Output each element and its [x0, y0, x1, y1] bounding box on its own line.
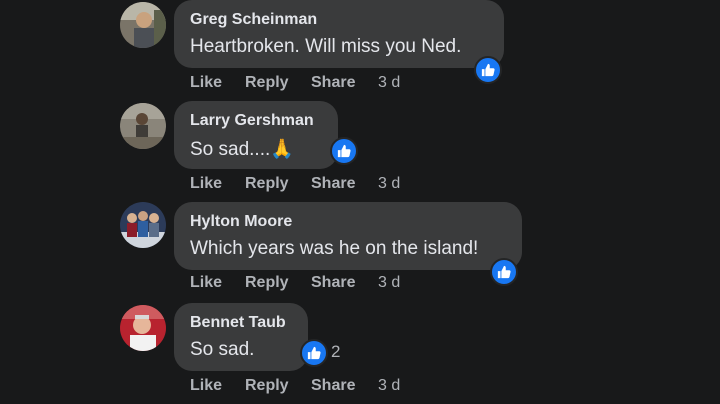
share-button[interactable]: Share — [311, 377, 355, 395]
avatar[interactable] — [120, 103, 166, 149]
reply-button[interactable]: Reply — [245, 175, 289, 193]
like-icon[interactable] — [474, 56, 502, 84]
comment-author[interactable]: Larry Gershman — [190, 112, 314, 130]
comment-text: So sad....🙏 — [190, 139, 294, 160]
reply-button[interactable]: Reply — [245, 377, 289, 395]
comment-text: So sad. — [190, 339, 255, 360]
comment-text: Heartbroken. Will miss you Ned. — [190, 36, 462, 57]
comment-text: Which years was he on the island! — [190, 238, 479, 259]
comment-author[interactable]: Bennet Taub — [190, 314, 286, 332]
like-button[interactable]: Like — [190, 274, 222, 292]
avatar[interactable] — [120, 202, 166, 248]
comment-timestamp[interactable]: 3 d — [378, 175, 400, 193]
like-button[interactable]: Like — [190, 377, 222, 395]
comment-bubble: Greg Scheinman Heartbroken. Will miss yo… — [174, 0, 504, 68]
comment-author[interactable]: Greg Scheinman — [190, 11, 317, 29]
comment-author[interactable]: Hylton Moore — [190, 213, 292, 231]
share-button[interactable]: Share — [311, 274, 355, 292]
like-icon[interactable] — [300, 339, 328, 367]
comment-item: Bennet Taub So sad. 2 Like Reply Share 3… — [0, 303, 720, 403]
comment-item: Larry Gershman So sad....🙏 Like Reply Sh… — [0, 101, 720, 201]
like-icon[interactable] — [330, 137, 358, 165]
comment-item: Greg Scheinman Heartbroken. Will miss yo… — [0, 0, 720, 100]
like-button[interactable]: Like — [190, 74, 222, 92]
comment-bubble: Larry Gershman So sad....🙏 — [174, 101, 338, 169]
avatar[interactable] — [120, 305, 166, 351]
comment-timestamp[interactable]: 3 d — [378, 377, 400, 395]
reply-button[interactable]: Reply — [245, 274, 289, 292]
reply-button[interactable]: Reply — [245, 74, 289, 92]
like-icon[interactable] — [490, 258, 518, 286]
comment-timestamp[interactable]: 3 d — [378, 74, 400, 92]
comment-bubble: Hylton Moore Which years was he on the i… — [174, 202, 522, 270]
reaction-count[interactable]: 2 — [331, 342, 340, 362]
comment-timestamp[interactable]: 3 d — [378, 274, 400, 292]
avatar[interactable] — [120, 2, 166, 48]
like-button[interactable]: Like — [190, 175, 222, 193]
comment-item: Hylton Moore Which years was he on the i… — [0, 202, 720, 302]
share-button[interactable]: Share — [311, 74, 355, 92]
comment-bubble: Bennet Taub So sad. — [174, 303, 308, 371]
share-button[interactable]: Share — [311, 175, 355, 193]
